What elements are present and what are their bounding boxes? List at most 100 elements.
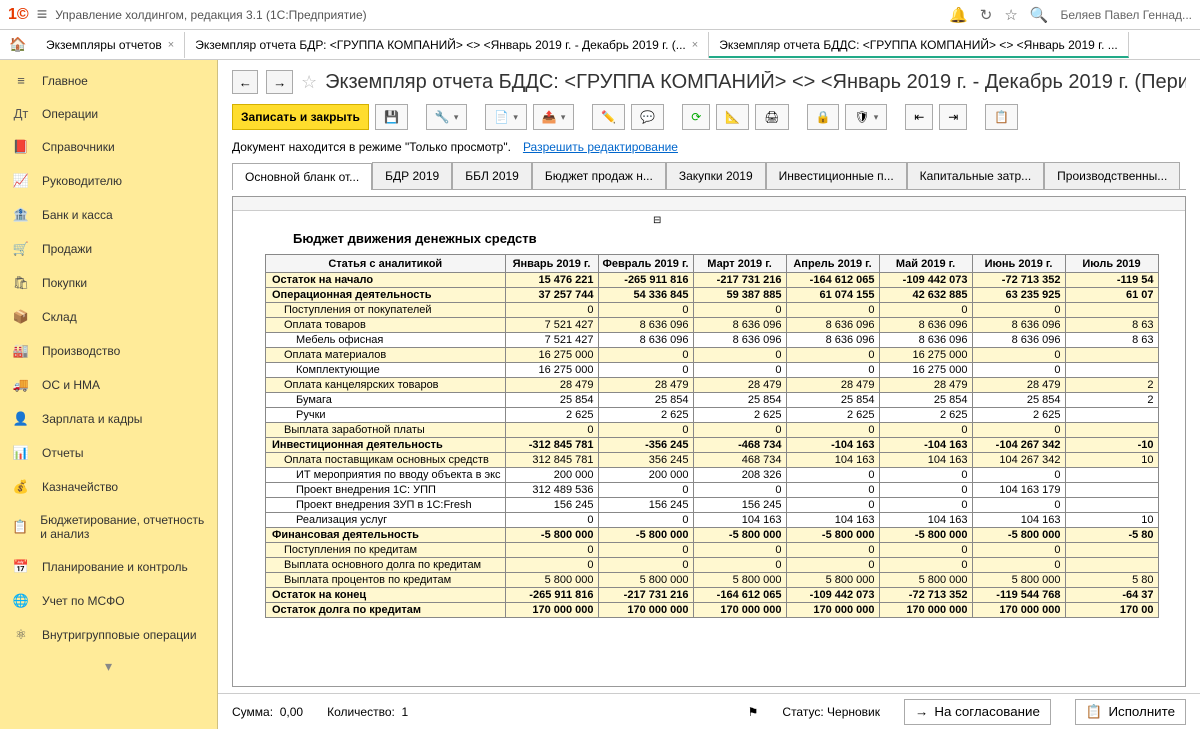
sidebar-icon: 📋 — [12, 519, 28, 535]
top-tab[interactable]: Экземпляры отчетов× — [36, 32, 185, 58]
inner-tab[interactable]: Закупки 2019 — [666, 162, 766, 189]
calc-button[interactable]: 📐 — [716, 104, 749, 130]
sidebar-item[interactable]: 🏭Производство — [0, 334, 217, 368]
main-panel: ← → ☆ Экземпляр отчета БДДС: <ГРУППА КОМ… — [218, 60, 1200, 729]
readonly-message: Документ находится в режиме "Только прос… — [232, 140, 511, 154]
table-row[interactable]: Бумага25 85425 85425 85425 85425 85425 8… — [266, 393, 1159, 408]
close-icon[interactable]: × — [692, 39, 698, 51]
security-button[interactable]: 🛡 — [845, 104, 887, 130]
status-bar: Сумма: 0,00 Количество: 1 ⚑ Статус: Черн… — [218, 693, 1200, 729]
data-grid[interactable]: Статья с аналитикойЯнварь 2019 г.Февраль… — [265, 254, 1159, 618]
sheet-title: Бюджет движения денежных средств — [233, 211, 1185, 254]
table-row[interactable]: Выплата процентов по кредитам5 800 0005 … — [266, 573, 1159, 588]
table-row[interactable]: Выплата основного долга по кредитам00000… — [266, 558, 1159, 573]
sidebar-icon: 🛒 — [12, 241, 30, 257]
table-row[interactable]: Оплата товаров7 521 4278 636 0968 636 09… — [266, 318, 1159, 333]
search-icon[interactable]: 🔍 — [1030, 6, 1049, 24]
table-row[interactable]: Остаток на начало15 476 221-265 911 816-… — [266, 273, 1159, 288]
nav-back-button[interactable]: ← — [232, 70, 258, 94]
table-row[interactable]: Комплектующие16 275 00000016 275 0000 — [266, 363, 1159, 378]
toolbar: Записать и закрыть 💾 🔧 📄 📤 ✏️ 💬 ⟳ 📐 🖨 🔒 … — [218, 100, 1200, 140]
export-button[interactable]: 📤 — [533, 104, 574, 130]
refresh-button[interactable]: ⟳ — [682, 104, 710, 130]
top-tab[interactable]: Экземпляр отчета БДДС: <ГРУППА КОМПАНИЙ>… — [709, 32, 1129, 58]
sidebar-icon: 💰 — [12, 479, 30, 495]
save-button[interactable]: 💾 — [375, 104, 408, 130]
close-icon[interactable]: × — [168, 39, 174, 51]
approve-button[interactable]: →На согласование — [904, 699, 1051, 725]
indent-in-button[interactable]: ⇥ — [939, 104, 967, 130]
star-icon[interactable]: ☆ — [1004, 6, 1017, 24]
sidebar-item[interactable]: 🏦Банк и касса — [0, 198, 217, 232]
table-row[interactable]: Ручки2 6252 6252 6252 6252 6252 625 — [266, 408, 1159, 423]
top-tab[interactable]: Экземпляр отчета БДР: <ГРУППА КОМПАНИЙ> … — [185, 32, 709, 58]
table-row[interactable]: Выплата заработной платы000000 — [266, 423, 1159, 438]
settings-button[interactable]: 🔧 — [426, 104, 467, 130]
inner-tab[interactable]: Основной бланк от... — [232, 163, 372, 190]
user-name[interactable]: Беляев Павел Геннад... — [1061, 8, 1192, 22]
edit-button[interactable]: ✏️ — [592, 104, 625, 130]
sidebar-item[interactable]: 🌐Учет по МСФО — [0, 584, 217, 618]
table-row[interactable]: Мебель офисная7 521 4278 636 0968 636 09… — [266, 333, 1159, 348]
title-bar: 1© ≡ Управление холдингом, редакция 3.1 … — [0, 0, 1200, 30]
table-row[interactable]: Инвестиционная деятельность-312 845 781-… — [266, 438, 1159, 453]
print-button[interactable]: 🖨 — [755, 104, 788, 130]
sidebar-item[interactable]: 🚚ОС и НМА — [0, 368, 217, 402]
sidebar-item[interactable]: 📅Планирование и контроль — [0, 550, 217, 584]
inner-tab[interactable]: БДР 2019 — [372, 162, 452, 189]
table-row[interactable]: Финансовая деятельность-5 800 000-5 800 … — [266, 528, 1159, 543]
inner-tab[interactable]: Капитальные затр... — [907, 162, 1045, 189]
clipboard-button[interactable]: 📋 — [985, 104, 1018, 130]
copy-button[interactable]: 📄 — [485, 104, 526, 130]
inner-tab[interactable]: ББЛ 2019 — [452, 162, 532, 189]
inner-tabs: Основной бланк от...БДР 2019ББЛ 2019Бюдж… — [232, 162, 1186, 190]
indent-out-button[interactable]: ⇤ — [905, 104, 933, 130]
sidebar-item[interactable]: 💰Казначейство — [0, 470, 217, 504]
table-row[interactable]: ИТ мероприятия по вводу объекта в экс200… — [266, 468, 1159, 483]
table-row[interactable]: Проект внедрения ЗУП в 1C:Fresh156 24515… — [266, 498, 1159, 513]
sidebar-item[interactable]: 👤Зарплата и кадры — [0, 402, 217, 436]
sidebar-icon: 📊 — [12, 445, 30, 461]
spreadsheet[interactable]: ⊟ Бюджет движения денежных средств Стать… — [232, 196, 1186, 687]
table-row[interactable]: Поступления по кредитам000000 — [266, 543, 1159, 558]
collapse-all-icon[interactable]: ⊟ — [653, 215, 661, 226]
sidebar-icon: Дт — [12, 106, 30, 121]
table-row[interactable]: Остаток долга по кредитам170 000 000170 … — [266, 603, 1159, 618]
table-row[interactable]: Оплата канцелярских товаров28 47928 4792… — [266, 378, 1159, 393]
history-icon[interactable]: ↻ — [980, 6, 993, 24]
favorite-star-icon[interactable]: ☆ — [301, 72, 317, 93]
menu-icon[interactable]: ≡ — [37, 4, 48, 25]
inner-tab[interactable]: Инвестиционные п... — [766, 162, 907, 189]
sidebar-item[interactable]: ДтОперации — [0, 97, 217, 130]
table-row[interactable]: Остаток на конец-265 911 816-217 731 216… — [266, 588, 1159, 603]
sidebar-item[interactable]: 📈Руководителю — [0, 164, 217, 198]
table-row[interactable]: Операционная деятельность37 257 74454 33… — [266, 288, 1159, 303]
table-row[interactable]: Оплата материалов16 275 00000016 275 000… — [266, 348, 1159, 363]
inner-tab[interactable]: Производственны... — [1044, 162, 1180, 189]
home-tab[interactable]: 🏠 — [0, 36, 36, 53]
inner-tab[interactable]: Бюджет продаж н... — [532, 162, 666, 189]
bell-icon[interactable]: 🔔 — [949, 6, 968, 24]
assignee-button[interactable]: 📋Исполните — [1075, 699, 1186, 725]
sidebar-icon: ⚛ — [12, 627, 30, 643]
table-row[interactable]: Оплата поставщикам основных средств312 8… — [266, 453, 1159, 468]
sidebar-item[interactable]: 🛒Продажи — [0, 232, 217, 266]
save-close-button[interactable]: Записать и закрыть — [232, 104, 369, 130]
sidebar-expand[interactable]: ▾ — [0, 652, 217, 681]
sidebar-item[interactable]: 📦Склад — [0, 300, 217, 334]
table-row[interactable]: Поступления от покупателей000000 — [266, 303, 1159, 318]
logo-1c: 1© — [8, 6, 29, 24]
comment-button[interactable]: 💬 — [631, 104, 664, 130]
sidebar-item[interactable]: 📋Бюджетирование, отчетность и анализ — [0, 504, 217, 550]
sidebar-item[interactable]: ≡Главное — [0, 64, 217, 97]
sidebar-item[interactable]: 📕Справочники — [0, 130, 217, 164]
allow-edit-link[interactable]: Разрешить редактирование — [523, 140, 678, 154]
table-row[interactable]: Реализация услуг00104 163104 163104 1631… — [266, 513, 1159, 528]
sidebar-item[interactable]: 🛍Покупки — [0, 266, 217, 300]
table-row[interactable]: Проект внедрения 1С: УПП312 489 53600001… — [266, 483, 1159, 498]
sidebar-item[interactable]: 📊Отчеты — [0, 436, 217, 470]
sidebar-item[interactable]: ⚛Внутригрупповые операции — [0, 618, 217, 652]
sidebar-icon: 🏦 — [12, 207, 30, 223]
nav-forward-button[interactable]: → — [266, 70, 292, 94]
lock-button[interactable]: 🔒 — [807, 104, 840, 130]
